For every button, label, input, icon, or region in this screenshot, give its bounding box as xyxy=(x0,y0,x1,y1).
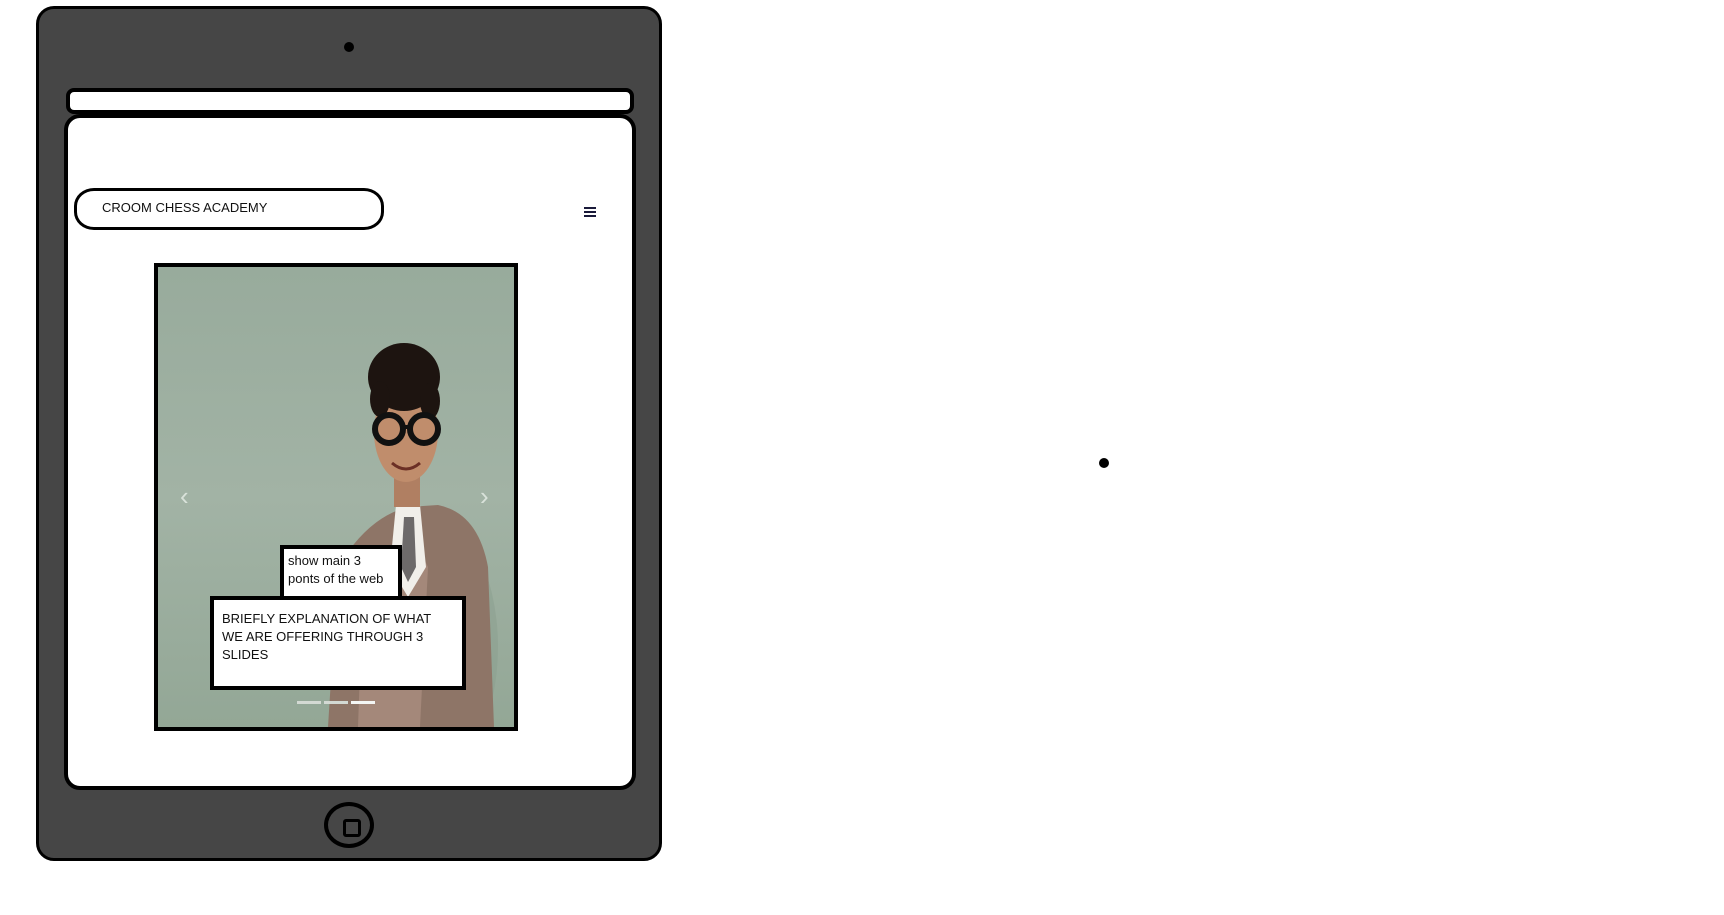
chevron-left-icon[interactable]: ‹ xyxy=(180,483,189,509)
home-button-square xyxy=(343,819,361,837)
camera-dot-icon xyxy=(344,42,354,52)
explanation-note: BRIEFLY EXPLANATION OF WHAT WE ARE OFFER… xyxy=(210,596,466,690)
brand-title: CROOM CHESS ACADEMY xyxy=(102,200,268,215)
slide-indicator[interactable] xyxy=(324,701,348,704)
browser-top-bar xyxy=(66,88,634,114)
stray-dot xyxy=(1099,458,1109,468)
slide-indicator-active[interactable] xyxy=(351,701,375,704)
home-button-icon[interactable] xyxy=(324,802,374,848)
hamburger-menu-icon[interactable] xyxy=(584,207,596,219)
chevron-right-icon[interactable]: › xyxy=(480,483,489,509)
carousel-indicators xyxy=(297,691,378,709)
slide-indicator[interactable] xyxy=(297,701,321,704)
points-note: show main 3 ponts of the web xyxy=(280,545,402,601)
